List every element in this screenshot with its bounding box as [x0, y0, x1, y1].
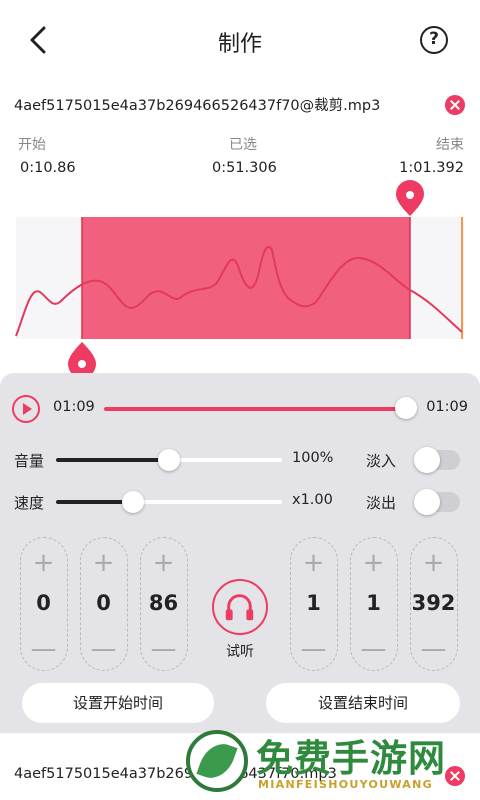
set-start-time-button[interactable]: 设置开始时间 [22, 683, 214, 723]
increment-button[interactable]: + [411, 548, 456, 578]
decrement-button[interactable]: — [291, 634, 336, 664]
selection-region[interactable] [82, 217, 410, 339]
control-panel: 01:09 01:09 音量 100% 淡入 速度 x1.00 淡出 + 0 —… [0, 373, 480, 733]
speed-slider[interactable] [56, 491, 282, 513]
end-label: 结束 [436, 137, 464, 153]
waveform-editor[interactable] [0, 180, 480, 380]
selected-value: 0:51.306 [212, 160, 277, 176]
speed-thumb[interactable] [121, 491, 144, 513]
increment-button[interactable]: + [141, 548, 186, 578]
watermark-text: 免费手游网 [256, 736, 446, 780]
speed-label: 速度 [14, 494, 45, 512]
total-time: 01:09 [426, 399, 468, 415]
stepper-value: 392 [411, 591, 456, 615]
volume-label: 音量 [14, 452, 45, 470]
fade-in-toggle[interactable] [414, 447, 460, 473]
help-icon[interactable]: ? [420, 26, 448, 54]
increment-button[interactable]: + [351, 548, 396, 578]
decrement-button[interactable]: — [411, 634, 456, 664]
watermark-subtext: MIANFEISHOUYOUWANG [258, 778, 433, 791]
start-value: 0:10.86 [20, 160, 76, 176]
speed-value: x1.00 [292, 492, 333, 508]
end-minutes-stepper: + 1 — [290, 537, 338, 671]
playback-progress-track[interactable] [104, 407, 406, 411]
watermark-logo [186, 730, 248, 792]
file-name: 4aef5175015e4a37b269466526437f70@裁剪.mp3 [14, 98, 381, 114]
stepper-value: 0 [96, 591, 111, 615]
fade-out-toggle-knob [414, 489, 440, 515]
start-label: 开始 [18, 137, 46, 153]
headphones-icon[interactable] [212, 579, 268, 635]
volume-slider[interactable] [56, 449, 282, 471]
selected-label: 已选 [229, 137, 257, 153]
top-bar: 制作 ? [0, 0, 480, 80]
volume-thumb[interactable] [158, 449, 180, 471]
end-seconds-stepper: + 1 — [350, 537, 398, 671]
remove-file-icon[interactable] [445, 95, 465, 115]
fade-out-label: 淡出 [366, 494, 397, 512]
increment-button[interactable]: + [291, 548, 336, 578]
start-seconds-stepper: + 0 — [80, 537, 128, 671]
playback-bar: 01:09 01:09 [12, 395, 468, 423]
stepper-value: 1 [366, 591, 381, 615]
decrement-button[interactable]: — [81, 634, 126, 664]
decrement-button[interactable]: — [21, 634, 66, 664]
decrement-button[interactable]: — [351, 634, 396, 664]
fade-out-toggle[interactable] [414, 489, 460, 515]
fade-in-toggle-knob [414, 447, 440, 473]
fade-in-label: 淡入 [366, 452, 397, 470]
start-minutes-stepper: + 0 — [20, 537, 68, 671]
current-time: 01:09 [53, 399, 95, 415]
end-millis-stepper: + 392 — [410, 537, 458, 671]
start-time-info: 开始 0:10.86 [18, 134, 76, 176]
volume-value: 100% [292, 450, 334, 466]
increment-button[interactable]: + [81, 548, 126, 578]
volume-row: 音量 100% 淡入 [14, 447, 466, 473]
playback-progress-thumb[interactable] [395, 397, 417, 419]
play-icon[interactable] [12, 395, 40, 423]
watermark: 免费手游网 MIANFEISHOUYOUWANG [186, 722, 480, 800]
stepper-value: 0 [36, 591, 51, 615]
page-title: 制作 [217, 32, 262, 57]
end-time-info: 结束 1:01.392 [399, 134, 464, 176]
stepper-value: 1 [306, 591, 321, 615]
listen-label: 试听 [226, 644, 254, 660]
selected-time-info: 已选 0:51.306 [212, 134, 277, 176]
end-marker-icon[interactable] [396, 180, 424, 216]
stepper-value: 86 [148, 591, 179, 615]
volume-fill [56, 458, 169, 462]
end-value: 1:01.392 [399, 160, 464, 176]
speed-row: 速度 x1.00 淡出 [14, 489, 466, 515]
start-millis-stepper: + 86 — [140, 537, 188, 671]
increment-button[interactable]: + [21, 548, 66, 578]
set-end-time-button[interactable]: 设置结束时间 [266, 683, 460, 723]
decrement-button[interactable]: — [141, 634, 186, 664]
